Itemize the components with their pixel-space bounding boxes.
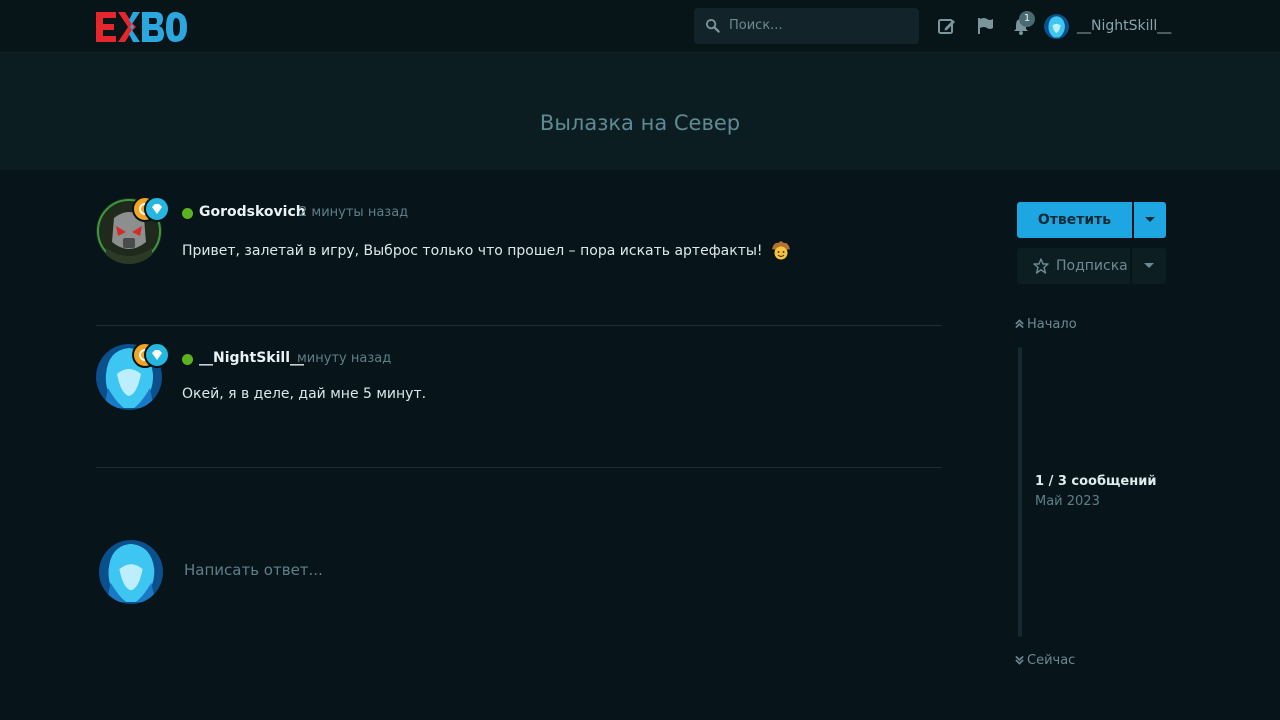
- double-chevron-up-icon: [1015, 319, 1024, 329]
- scrubber-track[interactable]: [1018, 347, 1022, 637]
- post-author[interactable]: Gorodskovich: [199, 204, 306, 220]
- subscribe-button[interactable]: Подписка: [1017, 248, 1130, 284]
- flag-icon[interactable]: [975, 16, 995, 36]
- online-indicator: [182, 208, 193, 219]
- post-item: __NightSkill__ минуту назад Окей, я в де…: [96, 342, 942, 424]
- scrubber-date: Май 2023: [1035, 494, 1100, 509]
- composer-avatar: [99, 540, 163, 604]
- subscribe-label: Подписка: [1056, 258, 1128, 274]
- scrubber-count: 1 / 3 сообщений: [1035, 474, 1157, 489]
- discussion-hero: Вылазка на Север: [0, 53, 1280, 170]
- online-indicator: [182, 354, 193, 365]
- search-icon: [705, 18, 720, 33]
- reply-dropdown-button[interactable]: [1134, 202, 1166, 238]
- scroll-to-now-link[interactable]: Сейчас: [1015, 653, 1075, 668]
- search-input[interactable]: Поиск...: [694, 8, 919, 44]
- post-author[interactable]: __NightSkill__: [199, 350, 304, 366]
- edit-icon[interactable]: [937, 16, 957, 36]
- star-icon: [1033, 258, 1049, 274]
- reply-composer-input[interactable]: Написать ответ...: [184, 561, 323, 579]
- caret-down-icon: [1144, 263, 1154, 268]
- scroll-to-start-link[interactable]: Начало: [1015, 317, 1077, 332]
- caret-down-icon: [1145, 217, 1155, 222]
- exbo-logo[interactable]: [96, 10, 188, 44]
- post-body: Привет, залетай в игру, Выброс только чт…: [182, 240, 791, 260]
- post-text: Привет, залетай в игру, Выброс только чт…: [182, 243, 763, 259]
- post-text: Окей, я в деле, дай мне 5 минут.: [182, 386, 427, 402]
- start-label: Начало: [1027, 317, 1077, 332]
- top-header: Поиск... 1 __NightSkill__: [0, 0, 1280, 53]
- post-time[interactable]: минуту назад: [297, 351, 391, 366]
- double-chevron-down-icon: [1015, 655, 1024, 665]
- now-label: Сейчас: [1027, 653, 1076, 668]
- diamond-badge-icon: [144, 342, 170, 368]
- search-placeholder: Поиск...: [729, 18, 783, 33]
- post-item: Gorodskovich 2 минуты назад Привет, зале…: [96, 196, 942, 278]
- post-divider: [96, 467, 942, 468]
- reply-button[interactable]: Ответить: [1017, 202, 1132, 238]
- notification-badge: 1: [1019, 11, 1035, 27]
- discussion-title: Вылазка на Север: [539, 111, 741, 135]
- subscribe-dropdown-button[interactable]: [1132, 248, 1166, 284]
- post-divider: [96, 325, 942, 326]
- post-time[interactable]: 2 минуты назад: [299, 205, 408, 220]
- user-avatar[interactable]: [1044, 14, 1069, 39]
- cowboy-face-emoji-icon: [771, 241, 790, 260]
- header-username[interactable]: __NightSkill__: [1077, 18, 1171, 34]
- diamond-badge-icon: [144, 196, 170, 222]
